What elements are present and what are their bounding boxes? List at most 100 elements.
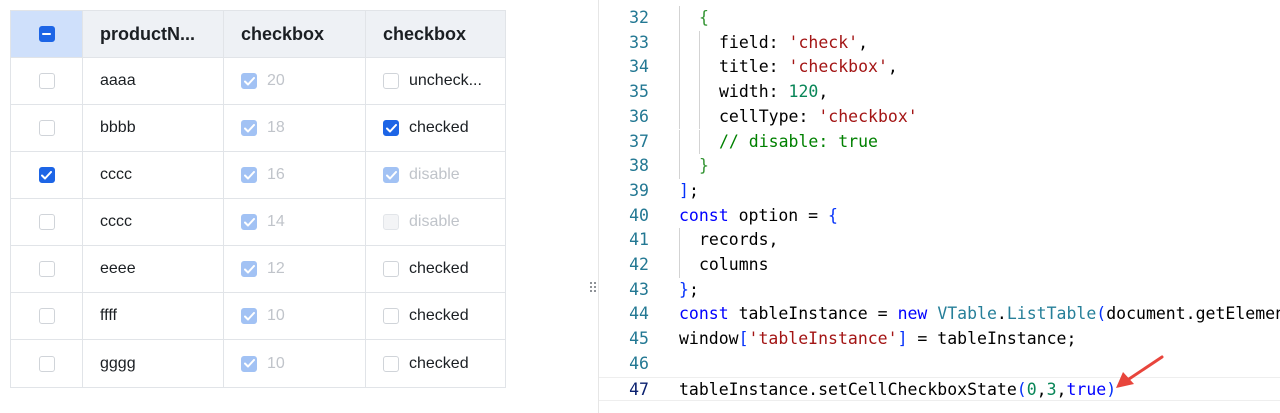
row-select-cell xyxy=(11,246,83,292)
line-number: 42 xyxy=(629,255,649,274)
row-checkbox[interactable] xyxy=(383,73,399,89)
code-text: }; xyxy=(679,278,699,303)
code-token: } xyxy=(679,279,689,299)
line-number: 43 xyxy=(629,279,649,299)
disabled-checkbox xyxy=(241,167,257,183)
row-select-cell xyxy=(11,340,83,387)
indent-guide xyxy=(699,30,700,56)
product-name-cell: cccc xyxy=(83,199,224,245)
code-token: 'tableInstance' xyxy=(748,329,898,349)
code-token: ; xyxy=(688,180,699,200)
indent-guide xyxy=(699,129,700,155)
checkbox-label: disable xyxy=(409,213,460,230)
indent-guide xyxy=(679,129,680,155)
code-line[interactable]: 32 { xyxy=(599,6,1280,31)
code-token: 'checkbox' xyxy=(818,106,918,126)
checkbox-cell: 10 xyxy=(224,293,366,339)
row-checkbox[interactable] xyxy=(383,120,399,136)
line-number: 44 xyxy=(629,304,649,324)
checkbox-label: 20 xyxy=(267,72,285,89)
code-line[interactable]: 35 width: 120, xyxy=(599,80,1280,105)
code-token: title: xyxy=(719,57,789,77)
code-token: columns xyxy=(699,255,769,274)
code-token: 3 xyxy=(1046,379,1057,399)
row-select-checkbox[interactable] xyxy=(38,214,55,230)
code-text: tableInstance.setCellCheckboxState(0,3,t… xyxy=(679,378,1116,403)
code-token: ] xyxy=(897,329,908,349)
line-number: 39 xyxy=(629,180,649,200)
code-token: window xyxy=(679,329,739,349)
row-select-checkbox[interactable] xyxy=(38,167,55,183)
code-line[interactable]: 40 const option = { xyxy=(599,204,1280,229)
line-number: 37 xyxy=(629,131,649,151)
red-arrow-annotation xyxy=(1116,355,1164,388)
row-select-checkbox[interactable] xyxy=(38,261,55,277)
select-all-checkbox[interactable] xyxy=(38,26,55,42)
indent-guide xyxy=(679,30,680,56)
code-line[interactable]: 42 columns xyxy=(599,253,1280,278)
row-select-checkbox[interactable] xyxy=(38,308,55,324)
row-select-checkbox[interactable] xyxy=(38,355,55,372)
code-editor[interactable]: 32 {33 field: 'check', 34 title: 'checkbox',… xyxy=(598,0,1280,413)
disabled-checkbox xyxy=(241,73,257,89)
code-line[interactable]: 44 const tableInstance = new VTable.ListT… xyxy=(599,302,1280,327)
code-text: width: 120, xyxy=(719,80,828,105)
code-line[interactable]: 38} xyxy=(599,154,1280,179)
row-checkbox[interactable] xyxy=(383,308,399,324)
table-row: cccc 14 disable xyxy=(11,199,505,246)
column-header[interactable]: checkbox xyxy=(366,11,505,57)
column-header[interactable]: productN... xyxy=(83,11,224,57)
checkbox-cell: checked xyxy=(366,246,505,292)
code-line[interactable]: 46 xyxy=(599,352,1280,377)
row-select-checkbox[interactable] xyxy=(38,73,55,89)
product-name-cell: aaaa xyxy=(83,58,224,104)
code-token: ( xyxy=(1096,304,1107,324)
current-code-line[interactable]: 47 tableInstance.setCellCheckboxState(0,3… xyxy=(599,376,1280,403)
code-token: 'checkbox' xyxy=(788,57,888,77)
code-token: cellType: xyxy=(719,106,819,126)
disabled-checkbox xyxy=(241,308,257,324)
code-token: // disable: true xyxy=(719,131,878,151)
line-number: 45 xyxy=(629,329,649,349)
code-line[interactable]: 43}; xyxy=(599,278,1280,303)
pane-splitter-handle[interactable] xyxy=(590,282,598,296)
code-token: , xyxy=(887,57,898,77)
code-token: true xyxy=(1066,379,1107,399)
code-line[interactable]: 36 cellType: 'checkbox' xyxy=(599,104,1280,130)
row-checkbox[interactable] xyxy=(383,355,399,372)
code-text: title: 'checkbox', xyxy=(719,55,898,80)
code-line[interactable]: 34 title: 'checkbox', xyxy=(599,55,1280,81)
checkbox-cell: disable xyxy=(366,199,505,245)
code-token: { xyxy=(828,205,838,225)
code-text: cellType: 'checkbox' xyxy=(719,105,918,130)
code-line[interactable]: 33 field: 'check', xyxy=(599,30,1280,56)
checkbox-cell: 10 xyxy=(224,340,366,387)
code-text: { xyxy=(699,6,709,31)
row-checkbox[interactable] xyxy=(383,261,399,277)
checkbox-cell: 16 xyxy=(224,152,366,198)
code-line[interactable]: 45 window['tableInstance'] = tableInstanc… xyxy=(599,327,1280,352)
product-table: productN... checkbox checkbox aaaa 20 uncheck… xyxy=(10,10,506,388)
indent-guide xyxy=(679,55,680,81)
checkbox-label: checked xyxy=(409,354,469,372)
checkbox-label: uncheck... xyxy=(409,72,482,89)
disabled-checkbox xyxy=(241,261,257,277)
checkbox-label: checked xyxy=(409,307,469,324)
code-token: . xyxy=(996,304,1007,324)
checkbox-cell: uncheck... xyxy=(366,58,505,104)
column-header[interactable]: checkbox xyxy=(224,11,366,57)
line-number: 33 xyxy=(629,32,649,52)
checkbox-cell: disable xyxy=(366,152,505,198)
row-checkbox xyxy=(383,214,399,230)
code-token: tableInstance = xyxy=(728,304,898,324)
row-select-checkbox[interactable] xyxy=(38,120,55,136)
table-row: ffff 10 checked xyxy=(11,293,505,340)
code-token: records, xyxy=(699,230,779,250)
checkbox-label: 10 xyxy=(267,354,285,372)
code-token: 'check' xyxy=(788,32,859,52)
indent-guide xyxy=(699,80,700,105)
code-line[interactable]: 41 records, xyxy=(599,228,1280,253)
code-line[interactable]: 39]; xyxy=(599,179,1280,204)
checkbox-label: 10 xyxy=(267,307,285,324)
code-line[interactable]: 37 // disable: true xyxy=(599,129,1280,155)
